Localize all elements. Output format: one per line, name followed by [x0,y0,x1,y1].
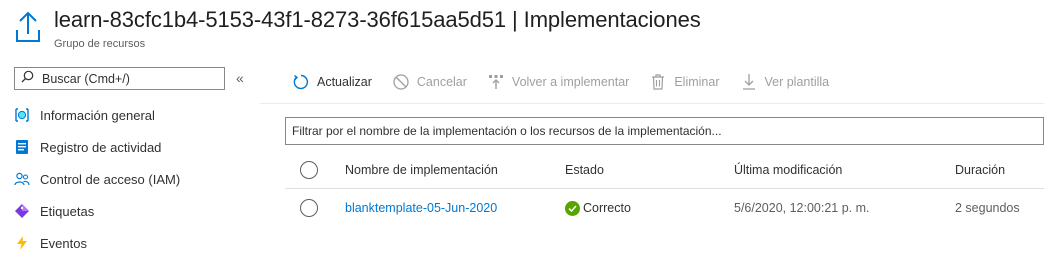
sidebar-item-activity-log[interactable]: Registro de actividad [0,131,250,163]
filter-input[interactable] [292,124,1043,138]
view-template-button[interactable]: Ver plantilla [740,73,830,91]
upload-deploy-icon [14,10,42,44]
command-bar: Actualizar Cancelar Volver a implementar [292,70,849,94]
filter-box[interactable] [285,117,1044,145]
delete-button[interactable]: Eliminar [649,73,720,91]
sidebar-item-iam[interactable]: Control de acceso (IAM) [0,163,250,195]
status-text: Correcto [583,201,631,215]
trash-icon [649,73,667,91]
column-header-name[interactable]: Nombre de implementación [345,163,498,177]
refresh-icon [292,73,310,91]
table-row: blanktemplate-05-Jun-2020 Correcto 5/6/2… [285,189,1044,227]
table-header-row: Nombre de implementación Estado Última m… [285,152,1044,189]
redeploy-icon [487,73,505,91]
page-header: learn-83cfc1b4-5153-43f1-8273-36f615aa5d… [0,0,1044,56]
redeploy-label: Volver a implementar [511,75,630,89]
refresh-label: Actualizar [317,75,372,89]
delete-label: Eliminar [674,75,720,89]
status-cell: Correcto [565,200,631,216]
sidebar-item-label: Registro de actividad [40,139,162,155]
search-input[interactable] [42,71,212,86]
page-title: learn-83cfc1b4-5153-43f1-8273-36f615aa5d… [54,7,701,32]
sidebar-item-label: Control de acceso (IAM) [40,171,181,187]
sidebar-nav: Información general Registro de activida… [0,99,250,253]
column-header-modified[interactable]: Última modificación [734,163,842,177]
row-select-radio[interactable] [300,199,318,217]
overview-icon [14,107,30,123]
sidebar-item-label: Etiquetas [40,203,95,219]
cancel-label: Cancelar [416,75,467,89]
view-template-label: Ver plantilla [764,75,830,89]
cancel-button[interactable]: Cancelar [392,73,467,91]
sidebar-item-overview[interactable]: Información general [0,99,250,131]
activity-log-icon [14,139,30,155]
select-all-radio[interactable] [300,161,318,179]
sidebar-item-tags[interactable]: Etiquetas [0,195,250,227]
refresh-button[interactable]: Actualizar [292,73,372,91]
tag-icon [14,203,30,219]
cancel-icon [392,73,410,91]
success-check-icon [565,200,580,216]
duration-cell: 2 segundos [955,201,1020,215]
page-subtitle: Grupo de recursos [54,38,146,50]
sidebar-item-events[interactable]: Eventos [0,227,250,253]
sidebar-search[interactable] [14,67,225,90]
sidebar-item-label: Eventos [40,235,87,251]
redeploy-button[interactable]: Volver a implementar [487,73,629,91]
column-header-status[interactable]: Estado [565,163,604,177]
deployments-table: Nombre de implementación Estado Última m… [285,152,1044,227]
modified-cell: 5/6/2020, 12:00:21 p. m. [734,201,870,215]
toolbar-divider [260,103,1044,104]
download-icon [740,73,758,91]
lightning-icon [14,235,30,251]
iam-icon [14,171,30,187]
sidebar-item-label: Información general [40,107,155,123]
collapse-sidebar-button[interactable]: « [236,70,244,86]
column-header-duration[interactable]: Duración [955,163,1005,177]
search-icon [21,70,34,88]
deployment-name-link[interactable]: blanktemplate-05-Jun-2020 [345,201,497,215]
